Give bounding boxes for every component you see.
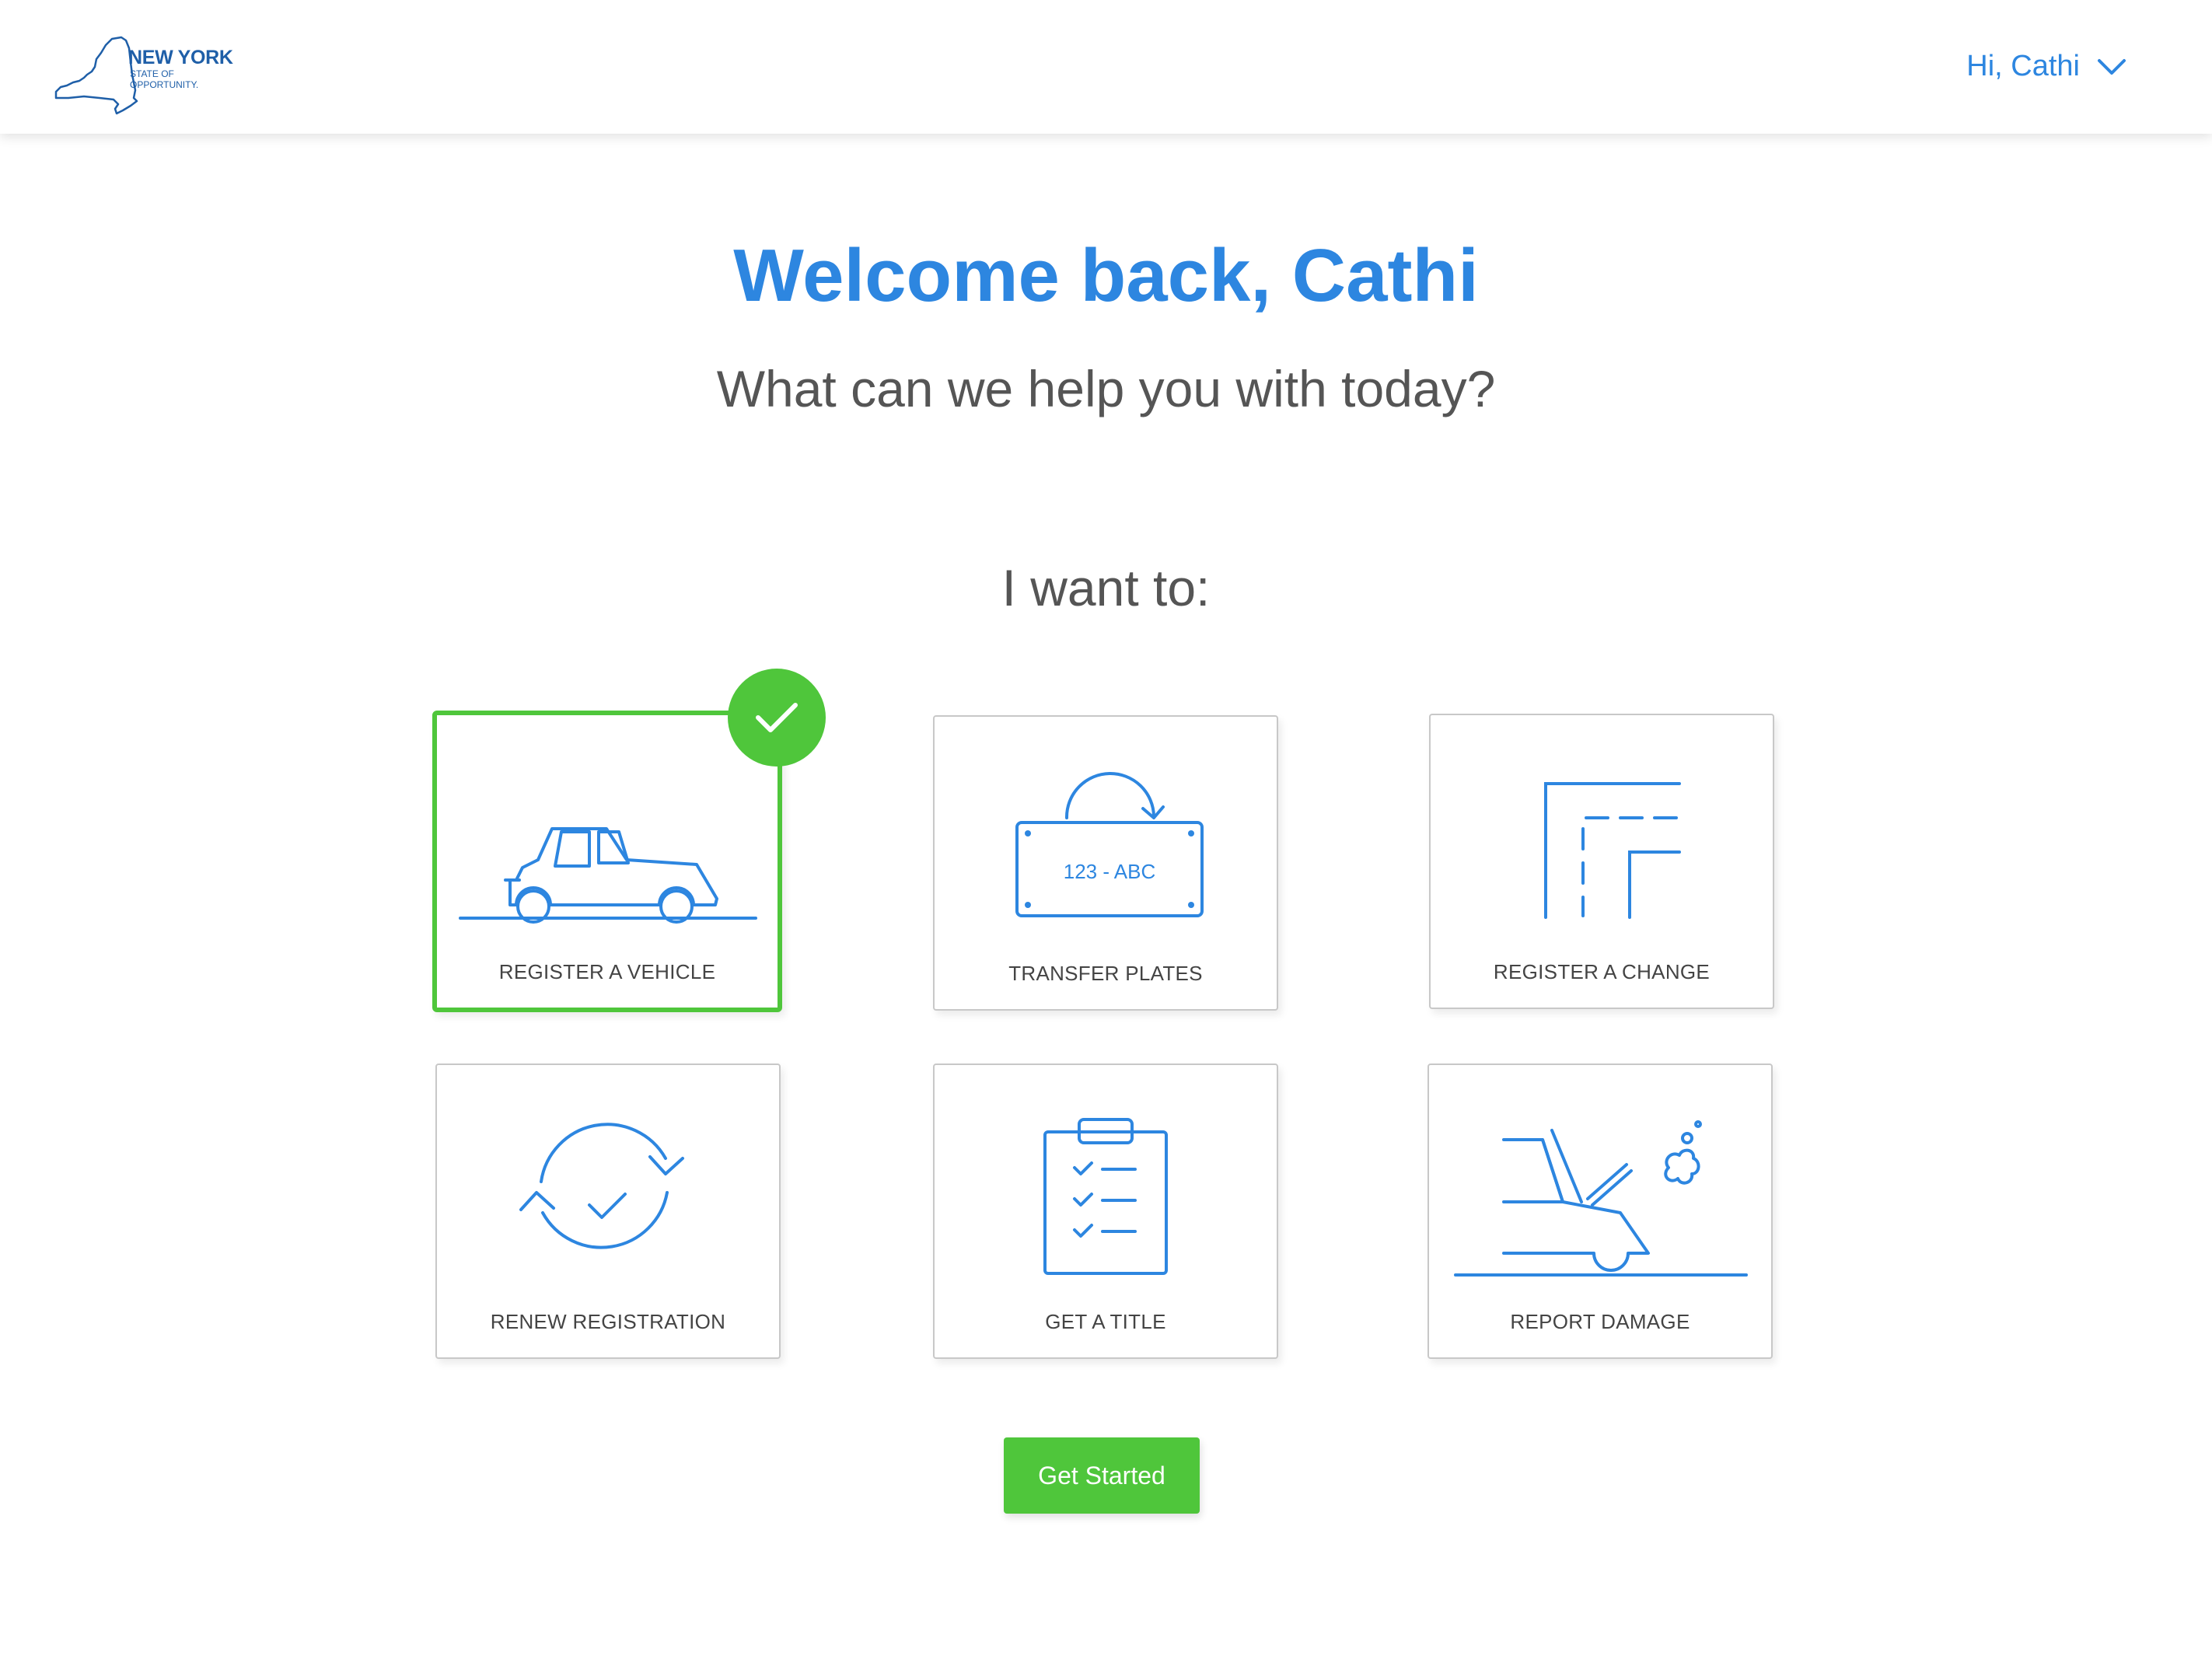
option-label: REGISTER A CHANGE [1493,960,1711,983]
option-label: GET A TITLE [1045,1310,1166,1333]
chevron-down-icon[interactable] [2097,58,2126,76]
page-subtitle: What can we help you with today? [716,360,1496,417]
renew-cycle-icon [519,1123,684,1249]
logo-title: NEW YORK [128,47,233,68]
car-crash-icon [1454,1120,1748,1277]
option-renew-registration[interactable]: RENEW REGISTRATION [435,1064,781,1359]
ny-state-map-icon [54,36,138,115]
options-prompt: I want to: [1001,559,1211,616]
option-label: RENEW REGISTRATION [490,1310,726,1333]
selected-check-badge [728,669,826,767]
page-title: Welcome back, Cathi [733,234,1479,317]
option-label: REGISTER A VEHICLE [498,960,716,983]
get-started-button[interactable]: Get Started [1004,1437,1200,1514]
option-report-damage[interactable]: REPORT DAMAGE [1427,1064,1773,1359]
option-transfer-plates[interactable]: 123 - ABC TRANSFER PLATES [933,715,1278,1011]
road-turn-icon [1544,782,1681,919]
option-get-title[interactable]: GET A TITLE [933,1064,1278,1359]
option-register-change[interactable]: REGISTER A CHANGE [1429,714,1774,1009]
top-header: NEW YORK STATE OF OPPORTUNITY. Hi, Cathi [0,0,2212,134]
plate-text: 123 - ABC [1064,860,1156,883]
license-plate-icon: 123 - ABC [1015,772,1204,917]
clipboard-checklist-icon [1043,1118,1168,1275]
ny-state-logo[interactable]: NEW YORK STATE OF OPPORTUNITY. [53,36,255,118]
car-icon [459,827,757,924]
option-label: REPORT DAMAGE [1510,1310,1690,1333]
checkmark-icon [756,703,798,732]
logo-subtitle-2: OPPORTUNITY. [130,79,199,90]
option-register-vehicle[interactable]: REGISTER A VEHICLE [432,711,782,1012]
user-greeting[interactable]: Hi, Cathi [1966,50,2080,83]
logo-subtitle-1: STATE OF [130,68,174,79]
user-menu[interactable]: Hi, Cathi [1966,50,2126,83]
option-label: TRANSFER PLATES [1008,962,1203,985]
